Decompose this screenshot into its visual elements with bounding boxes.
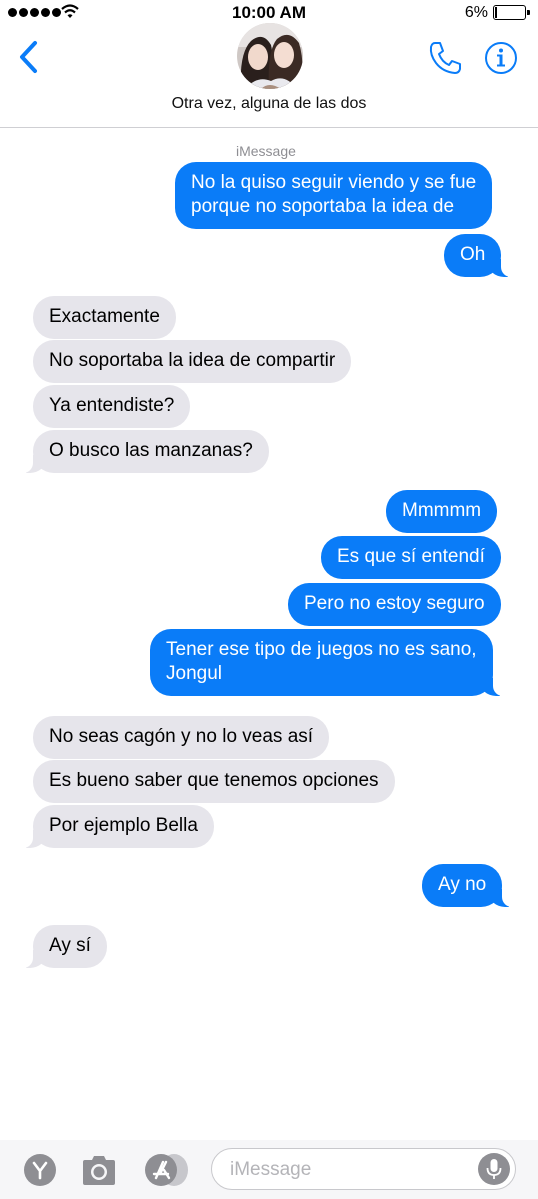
message-bubble-outgoing[interactable]: Oh: [444, 234, 516, 277]
chevron-left-icon: [20, 41, 37, 73]
message-text: Por ejemplo Bella: [49, 815, 198, 836]
message-input-bar: [0, 1140, 538, 1199]
message-text: Ay sí: [49, 935, 91, 956]
message-bubble-outgoing[interactable]: Mmmmm: [386, 490, 498, 533]
info-icon: [485, 42, 517, 74]
message-bubble-outgoing[interactable]: Ay no: [422, 864, 517, 907]
message-text: O busco las manzanas?: [49, 440, 253, 461]
message-bubble-incoming[interactable]: Ay sí: [19, 925, 107, 968]
message-bubble-outgoing[interactable]: No la quiso seguir viendo y se fue porqu…: [175, 162, 493, 229]
app-store-button[interactable]: [144, 1153, 190, 1192]
battery-percent: 6%: [464, 4, 488, 21]
camera-button[interactable]: [80, 1153, 118, 1192]
message-text: No la quiso seguir viendo y se fue: [191, 172, 477, 193]
message-text: Exactamente: [49, 306, 160, 327]
message-text: Tener ese tipo de juegos no es sano,: [166, 639, 477, 660]
message-text: Pero no estoy seguro: [304, 593, 485, 614]
message-bubble-outgoing[interactable]: Es que sí entendí: [321, 536, 501, 579]
contact-avatar[interactable]: [237, 23, 303, 89]
message-bubble-outgoing[interactable]: Tener ese tipo de juegos no es sano, Jon…: [150, 629, 507, 696]
message-text: No seas cagón y no lo veas así: [49, 726, 314, 747]
apps-icon: [24, 1154, 56, 1186]
app-store-icon: [145, 1154, 188, 1186]
contact-name[interactable]: Otra vez, alguna de las dos: [0, 95, 538, 113]
message-bubble-incoming[interactable]: No seas cagón y no lo veas así: [33, 716, 330, 759]
dictation-button[interactable]: [478, 1153, 510, 1185]
service-label: iMessage: [236, 143, 296, 159]
message-bubble-outgoing[interactable]: Pero no estoy seguro: [288, 583, 501, 626]
status-time: 10:00 AM: [231, 3, 306, 22]
message-text: Ay no: [438, 874, 487, 895]
avatar-photo: [237, 23, 303, 89]
message-text: Ya entendiste?: [49, 395, 175, 416]
microphone-icon: [486, 1159, 502, 1179]
message-text: porque no soportaba la idea de: [191, 196, 455, 217]
message-bubble-incoming[interactable]: Ya entendiste?: [33, 385, 191, 428]
call-button[interactable]: [426, 39, 464, 77]
message-text: Es que sí entendí: [337, 546, 485, 567]
message-bubble-incoming[interactable]: Por ejemplo Bella: [19, 805, 214, 848]
apps-button[interactable]: [23, 1153, 57, 1192]
message-input[interactable]: [211, 1148, 516, 1190]
message-bubble-incoming[interactable]: O busco las manzanas?: [19, 430, 269, 473]
conversation-header: Otra vez, alguna de las dos: [0, 23, 538, 128]
message-text: Oh: [460, 244, 486, 265]
message-text: Es bueno saber que tenemos opciones: [49, 770, 379, 791]
message-text: Jongul: [166, 663, 222, 684]
info-button[interactable]: [482, 39, 520, 77]
battery-icon: [493, 5, 530, 20]
message-bubble-incoming[interactable]: No soportaba la idea de compartir: [33, 340, 352, 383]
battery-level: [495, 7, 497, 18]
message-bubble-incoming[interactable]: Es bueno saber que tenemos opciones: [33, 760, 395, 803]
camera-icon: [83, 1156, 115, 1185]
phone-icon: [429, 42, 461, 74]
message-text: No soportaba la idea de compartir: [49, 350, 336, 371]
message-text: Mmmmm: [402, 500, 482, 521]
message-bubble-incoming[interactable]: Exactamente: [33, 296, 176, 339]
message-text-field[interactable]: [230, 1156, 470, 1183]
back-button[interactable]: [14, 38, 44, 78]
